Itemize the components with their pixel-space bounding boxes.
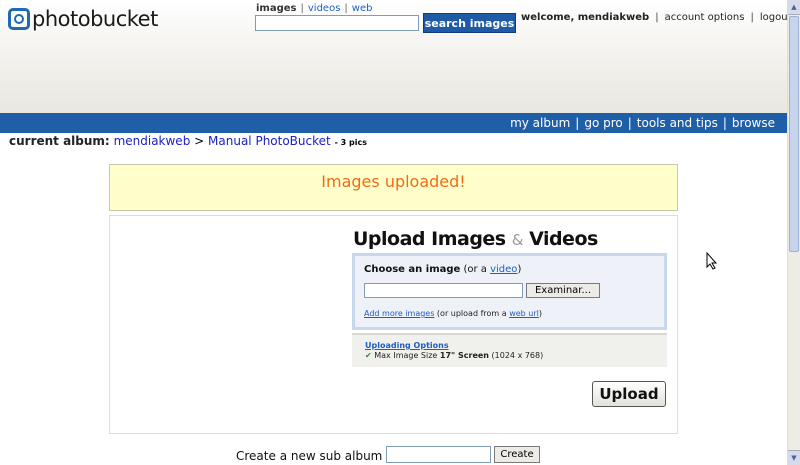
photobucket-logo[interactable]: photobucket (8, 6, 158, 32)
scroll-up-icon[interactable]: ▲ (788, 0, 800, 15)
scroll-down-icon[interactable]: ▼ (788, 450, 800, 465)
main-nav: my album | go pro | tools and tips | browse (0, 113, 787, 133)
file-path-input[interactable] (364, 283, 523, 298)
current-album-label: current album: (9, 134, 110, 148)
check-icon: ✔ (365, 351, 375, 360)
user-links: welcome, mendiakweb | account options | logo… (521, 12, 792, 23)
welcome-text: welcome, mendiakweb (521, 12, 650, 23)
nav-go-pro[interactable]: go pro (584, 116, 622, 130)
uploading-options-link[interactable]: Uploading Options (365, 341, 449, 350)
add-more-line: Add more images (or upload from a web ur… (364, 309, 542, 318)
breadcrumb-current[interactable]: Manual PhotoBucket (208, 134, 331, 148)
sub-album-label: Create a new sub album (236, 449, 383, 463)
search-tabs: images | videos | web (256, 3, 373, 14)
max-image-size: ✔ Max Image Size 17" Screen (1024 x 768) (365, 351, 544, 360)
logo-text: photobucket (32, 7, 158, 31)
camera-icon (8, 8, 30, 30)
web-url-link[interactable]: web url (509, 309, 539, 318)
choose-image-label: Choose an image (or a video) (364, 264, 522, 275)
tab-images[interactable]: images (256, 3, 297, 14)
scroll-thumb[interactable] (789, 16, 799, 252)
pic-count: - 3 pics (334, 138, 367, 147)
sub-album-input[interactable] (386, 446, 491, 463)
mouse-cursor-icon (706, 252, 718, 270)
browse-button[interactable]: Examinar... (526, 283, 600, 298)
tab-videos[interactable]: videos (308, 3, 341, 14)
upload-title-amp: & (511, 231, 524, 249)
add-more-images-link[interactable]: Add more images (364, 309, 434, 318)
upload-button[interactable]: Upload (592, 381, 666, 407)
upload-notice: Images uploaded! (109, 164, 678, 211)
nav-my-album[interactable]: my album (510, 116, 570, 130)
vertical-scrollbar[interactable]: ▲ ▼ (787, 0, 800, 465)
upload-title-videos: Videos (529, 228, 598, 250)
search-input[interactable] (255, 15, 419, 31)
search-images-button[interactable]: search images (423, 13, 516, 33)
nav-tools-and-tips[interactable]: tools and tips (637, 116, 718, 130)
uploading-options-box (352, 333, 667, 367)
upload-title: Upload Images & Videos (353, 228, 598, 250)
account-options-link[interactable]: account options (665, 12, 745, 23)
breadcrumb: current album: mendiakweb > Manual Photo… (9, 134, 367, 148)
upload-title-images: Upload Images (353, 228, 506, 250)
nav-browse[interactable]: browse (732, 116, 775, 130)
breadcrumb-root[interactable]: mendiakweb (114, 134, 191, 148)
tab-web[interactable]: web (352, 3, 373, 14)
create-sub-album-button[interactable]: Create (494, 446, 540, 463)
breadcrumb-separator: > (194, 134, 205, 148)
video-link[interactable]: video (490, 264, 517, 275)
